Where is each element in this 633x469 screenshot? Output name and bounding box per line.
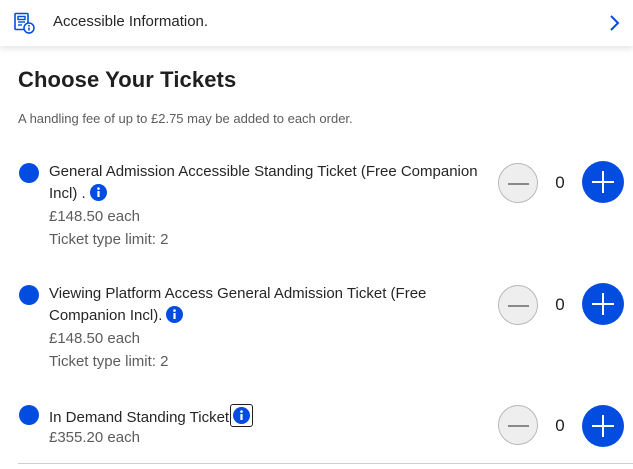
increase-quantity-button[interactable] <box>582 405 624 447</box>
info-icon[interactable] <box>89 184 107 201</box>
ticket-price: £148.50 each <box>49 208 140 225</box>
handling-fee-note: A handling fee of up to £2.75 may be add… <box>18 111 353 126</box>
ticket-limit: Ticket type limit: 2 <box>49 353 169 370</box>
ticket-name: In Demand Standing Ticket <box>49 404 489 429</box>
increase-quantity-button[interactable] <box>582 161 624 203</box>
ticket-quantity: 0 <box>555 416 565 435</box>
decrease-quantity-button[interactable] <box>498 405 538 445</box>
ticket-price: £355.20 each <box>49 429 140 446</box>
ticket-name: Viewing Platform Access General Admissio… <box>49 283 489 327</box>
divider <box>18 463 633 464</box>
ticket-quantity: 0 <box>555 295 565 314</box>
ticket-name: General Admission Accessible Standing Ti… <box>49 161 489 205</box>
chevron-right-icon[interactable] <box>609 14 621 32</box>
ticket-selection-page: Accessible Information. Choose Your Tick… <box>0 0 633 469</box>
ticket-limit: Ticket type limit: 2 <box>49 231 169 248</box>
decrease-quantity-button[interactable] <box>498 163 538 203</box>
ticket-name-text: In Demand Standing Ticket <box>49 409 230 426</box>
info-icon[interactable] <box>230 404 254 427</box>
ticket-name-text: General Admission Accessible Standing Ti… <box>49 163 478 202</box>
ticket-status-dot <box>19 163 39 183</box>
increase-quantity-button[interactable] <box>582 283 624 325</box>
ticket-status-dot <box>19 285 39 305</box>
ticket-quantity: 0 <box>555 173 565 192</box>
accessible-information-bar[interactable]: Accessible Information. <box>0 0 633 46</box>
ticket-price: £148.50 each <box>49 330 140 347</box>
decrease-quantity-button[interactable] <box>498 285 538 325</box>
page-title: Choose Your Tickets <box>18 67 237 92</box>
info-icon[interactable] <box>166 306 184 323</box>
ticket-status-dot <box>19 405 39 425</box>
ticket-name-text: Viewing Platform Access General Admissio… <box>49 285 427 324</box>
accessible-information-label: Accessible Information. <box>53 13 209 30</box>
accessible-document-icon <box>14 12 35 34</box>
